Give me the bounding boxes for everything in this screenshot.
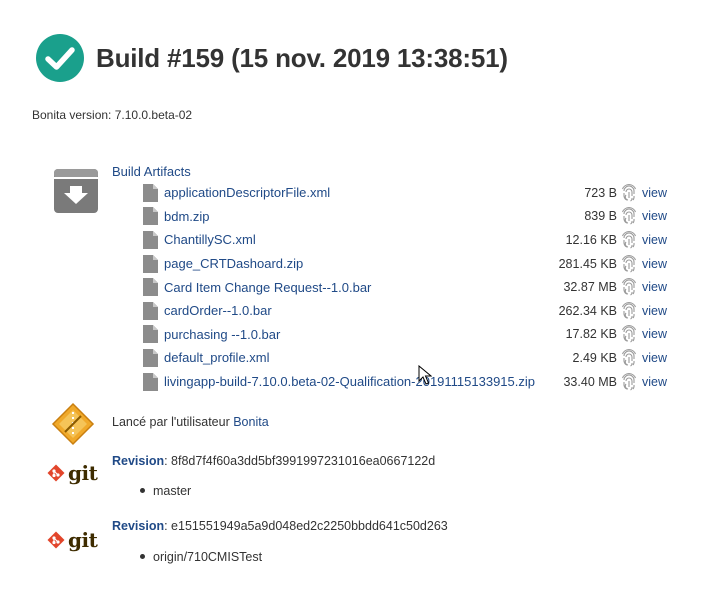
file-icon [143, 207, 158, 226]
fingerprint-icon[interactable] [621, 278, 637, 296]
artifact-row: livingapp-build-7.10.0.beta-02-Qualifica… [143, 370, 673, 394]
git-logo: git [47, 528, 98, 552]
artifact-size: 281.45 KB [558, 256, 617, 271]
git-logo-text: git [68, 461, 98, 485]
artifact-link[interactable]: cardOrder--1.0.bar [164, 303, 272, 318]
file-icon [143, 230, 158, 249]
fingerprint-icon[interactable] [621, 325, 637, 343]
fingerprint-icon[interactable] [621, 231, 637, 249]
branch-name: origin/710CMISTest [153, 550, 263, 564]
build-header: Build #159 (15 nov. 2019 13:38:51) [36, 34, 508, 82]
artifact-row: bdm.zip 839 B view [143, 205, 673, 229]
file-icon [143, 348, 158, 367]
artifact-size: 17.82 KB [565, 327, 617, 342]
artifact-size: 33.40 MB [563, 374, 617, 389]
file-icon [143, 372, 158, 391]
artifact-row: Card Item Change Request--1.0.bar 32.87 M… [143, 275, 673, 299]
branch-item: origin/710CMISTest [140, 550, 262, 564]
artifact-link[interactable]: default_profile.xml [164, 350, 270, 365]
artifact-size: 32.87 MB [563, 280, 617, 295]
file-icon [143, 254, 158, 273]
artifact-link[interactable]: applicationDescriptorFile.xml [164, 185, 330, 200]
revision-line: Revision: 8f8d7f4f60a3dd5bf3991997231016… [112, 454, 435, 468]
view-link[interactable]: view [642, 327, 667, 341]
view-link[interactable]: view [642, 280, 667, 294]
branch-item: master [140, 484, 191, 498]
view-link[interactable]: view [642, 351, 667, 365]
artifact-size: 2.49 KB [572, 350, 617, 365]
artifact-link[interactable]: purchasing --1.0.bar [164, 327, 280, 342]
git-icon [47, 531, 65, 549]
file-icon [143, 278, 158, 297]
revision-label: Revision [112, 519, 165, 533]
started-by-label: Lancé par l'utilisateur [112, 415, 234, 429]
user-cause-icon [51, 402, 95, 446]
revision-line: Revision: e151551949a5a9d048ed2c2250bbdd… [112, 519, 448, 533]
artifact-row: purchasing --1.0.bar 17.82 KB view [143, 323, 673, 347]
file-icon [143, 183, 158, 202]
view-link[interactable]: view [642, 209, 667, 223]
revision-hash: : 8f8d7f4f60a3dd5bf3991997231016ea066712… [164, 454, 436, 468]
artifact-link[interactable]: Card Item Change Request--1.0.bar [164, 280, 371, 295]
mouse-cursor-icon [418, 365, 432, 385]
artifact-row: page_CRTDashoard.zip 281.45 KB view [143, 252, 673, 276]
page-title: Build #159 (15 nov. 2019 13:38:51) [96, 42, 508, 73]
view-link[interactable]: view [642, 375, 667, 389]
revision-label: Revision [112, 454, 165, 468]
artifact-link[interactable]: ChantillySC.xml [164, 232, 256, 247]
package-download-icon [54, 169, 98, 213]
artifact-row: cardOrder--1.0.bar 262.34 KB view [143, 299, 673, 323]
view-link[interactable]: view [642, 257, 667, 271]
artifact-link[interactable]: bdm.zip [164, 209, 210, 224]
artifact-row: default_profile.xml 2.49 KB view [143, 346, 673, 370]
fingerprint-icon[interactable] [621, 372, 637, 391]
view-link[interactable]: view [642, 233, 667, 247]
view-link[interactable]: view [642, 304, 667, 318]
artifact-size: 262.34 KB [558, 303, 617, 318]
branch-name: master [153, 484, 192, 498]
build-artifacts-link[interactable]: Build Artifacts [112, 164, 191, 179]
success-check-icon [36, 34, 84, 82]
file-icon [143, 325, 158, 344]
fingerprint-icon[interactable] [621, 254, 637, 273]
artifact-row: ChantillySC.xml 12.16 KB view [143, 228, 673, 252]
view-link[interactable]: view [642, 186, 667, 200]
artifact-size: 723 B [584, 185, 617, 200]
artifact-size: 839 B [584, 209, 617, 224]
started-by-text: Lancé par l'utilisateur Bonita [112, 415, 269, 429]
fingerprint-icon[interactable] [621, 301, 637, 320]
bonita-version: Bonita version: 7.10.0.beta-02 [32, 108, 193, 122]
bullet [140, 488, 145, 494]
artifact-list: applicationDescriptorFile.xml 723 Bview bd… [143, 181, 673, 393]
fingerprint-icon[interactable] [621, 349, 637, 367]
fingerprint-icon[interactable] [621, 207, 637, 225]
file-icon [143, 301, 158, 320]
git-logo: git [47, 461, 98, 485]
git-logo-text: git [68, 528, 98, 552]
artifact-link[interactable]: page_CRTDashoard.zip [164, 256, 303, 271]
artifact-size: 12.16 KB [565, 232, 617, 247]
revision-hash: : e151551949a5a9d048ed2c2250bbdd641c50d2… [164, 519, 448, 533]
git-icon [47, 464, 65, 482]
artifact-row: applicationDescriptorFile.xml 723 B view [143, 181, 673, 205]
fingerprint-icon[interactable] [621, 183, 637, 202]
bullet [140, 554, 145, 560]
artifact-link[interactable]: livingapp-build-7.10.0.beta-02-Qualifica… [164, 374, 535, 389]
user-link[interactable]: Bonita [233, 415, 268, 429]
